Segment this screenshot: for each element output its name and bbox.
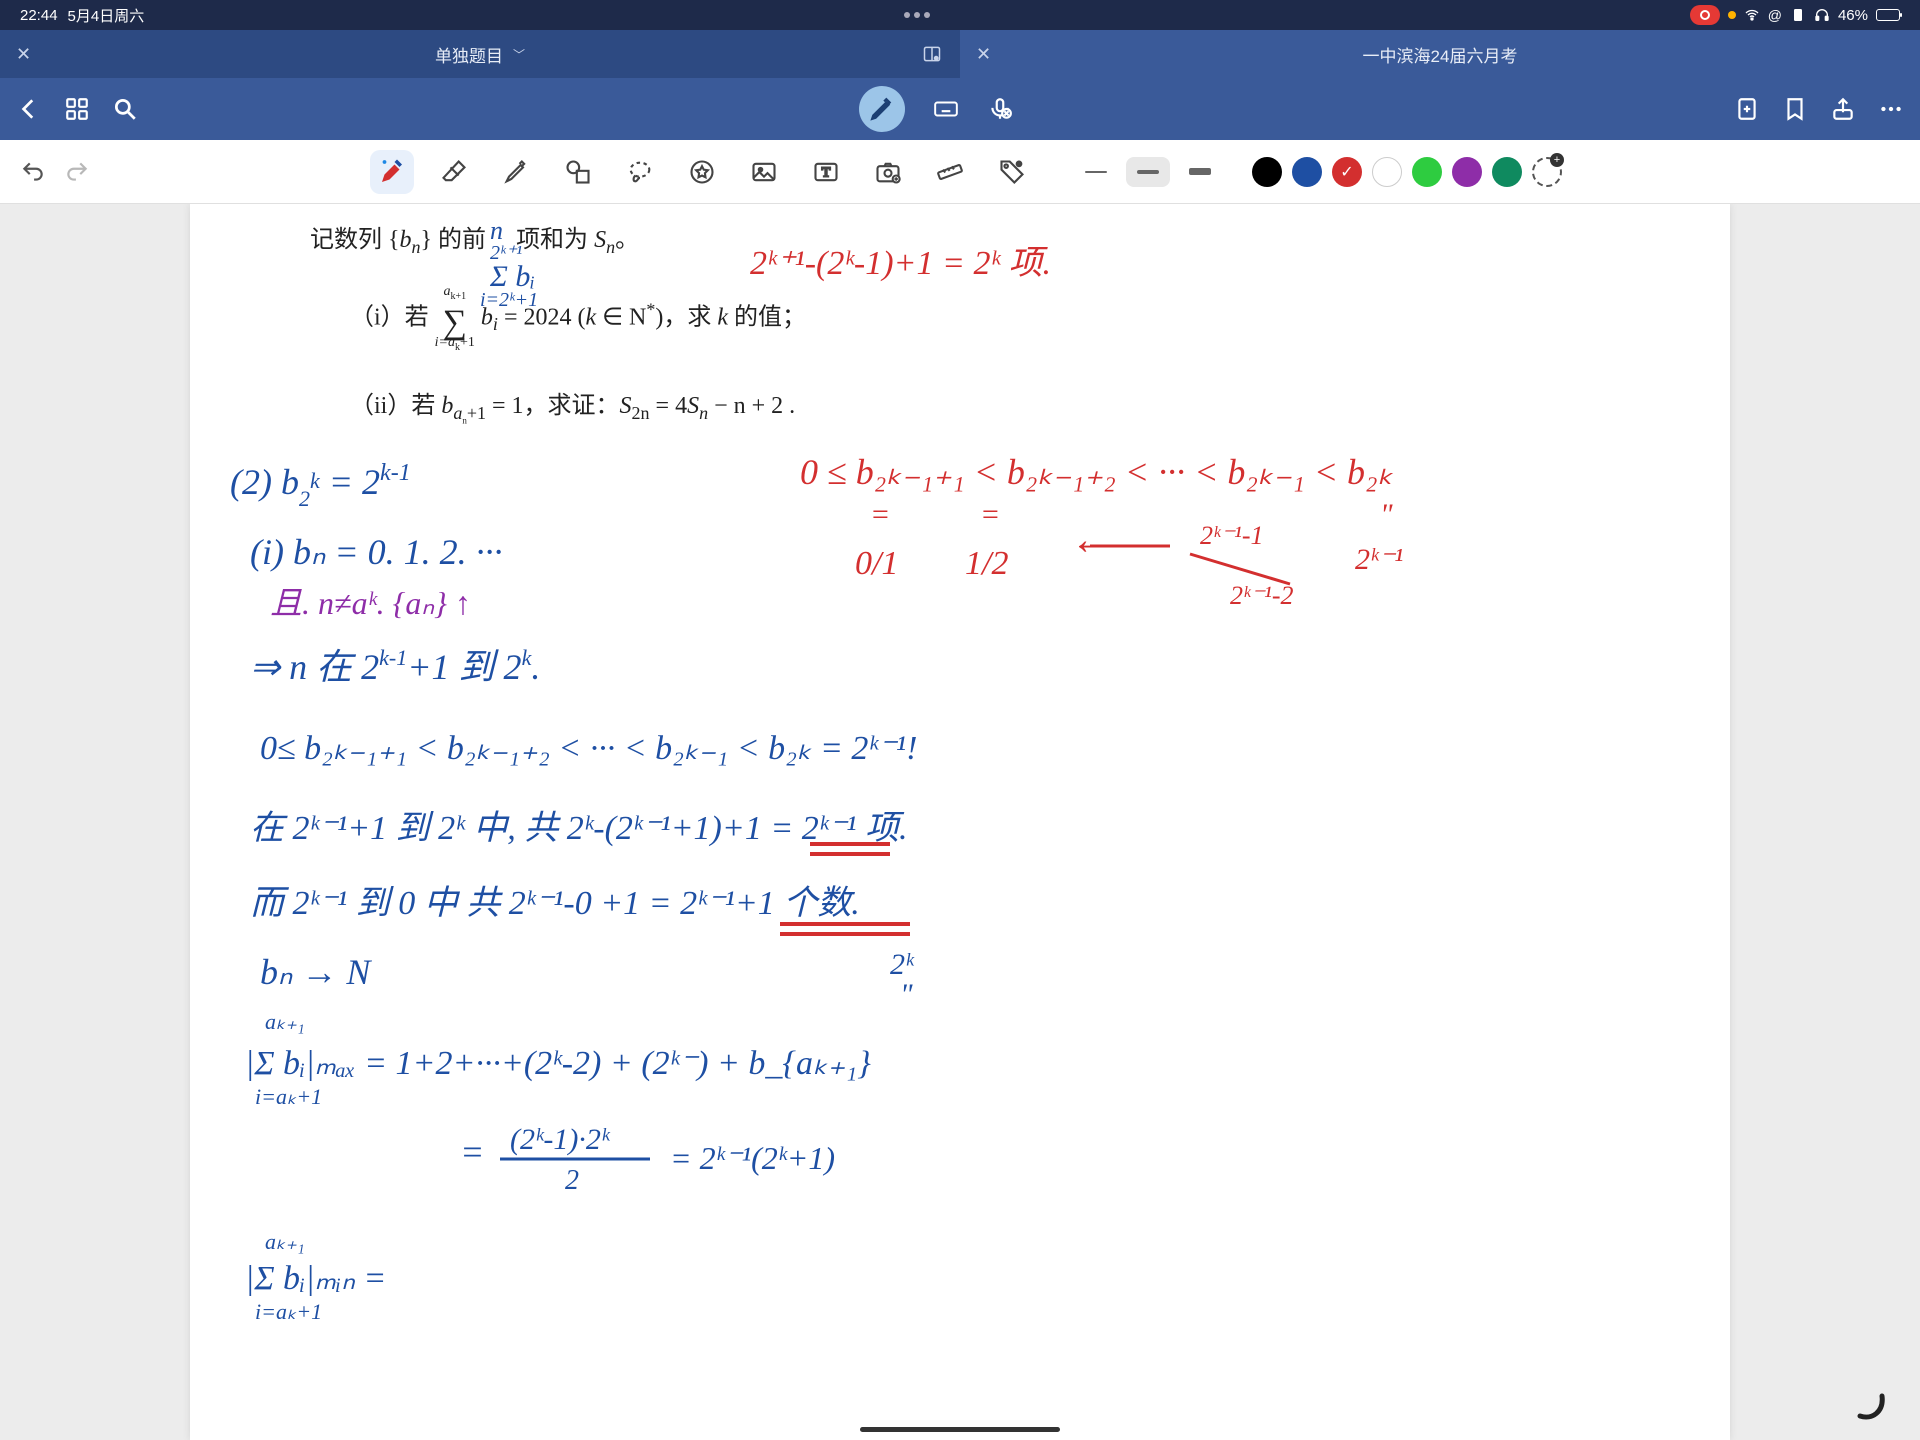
svg-text:且. n≠aᵏ. {aₙ} ↑: 且. n≠aᵏ. {aₙ} ↑ <box>270 585 471 621</box>
color-purple[interactable] <box>1452 157 1482 187</box>
svg-text:aₖ₊₁: aₖ₊₁ <box>265 1229 305 1254</box>
pen-icon <box>869 96 895 122</box>
svg-text:1/2: 1/2 <box>965 545 1008 582</box>
document-page[interactable]: 记数列 {bn} 的前 项和为 Sn。 （i）若 ak+1 ∑ i=ak+1 b… <box>190 204 1730 1440</box>
tag-tool[interactable]: ✦ <box>990 150 1034 194</box>
color-black[interactable] <box>1252 157 1282 187</box>
svg-text:|Σ bᵢ|ₘᵢₙ =: |Σ bᵢ|ₘᵢₙ = <box>245 1260 386 1297</box>
text-tool[interactable]: T <box>804 150 848 194</box>
stroke-thick[interactable] <box>1178 157 1222 187</box>
multitask-dots[interactable] <box>904 12 930 18</box>
orange-dot-icon <box>1728 11 1736 19</box>
tab-exam-doc[interactable]: ✕ 一中滨海24届六月考 <box>960 30 1920 78</box>
color-teal[interactable] <box>1492 157 1522 187</box>
svg-text:0/1: 0/1 <box>855 545 898 582</box>
battery-percent: 46% <box>1838 7 1868 24</box>
svg-text:←: ← <box>1070 515 1114 564</box>
svg-text:2ᵏ⁺¹-(2ᵏ-1)+1 = 2ᵏ 项.: 2ᵏ⁺¹-(2ᵏ-1)+1 = 2ᵏ 项. <box>750 245 1051 282</box>
status-date: 5月4日周六 <box>68 5 145 26</box>
screen-record-indicator[interactable] <box>1690 5 1720 25</box>
svg-text:2ᵏ⁻¹-1: 2ᵏ⁻¹-1 <box>1200 521 1264 550</box>
canvas-area[interactable]: 记数列 {bn} 的前 项和为 Sn。 （i）若 ak+1 ∑ i=ak+1 b… <box>0 204 1920 1440</box>
svg-text:i=aₖ+1: i=aₖ+1 <box>255 1084 322 1109</box>
ruler-tool[interactable] <box>928 150 972 194</box>
check-icon: ✓ <box>1340 162 1353 182</box>
svg-text:=: = <box>980 498 1000 531</box>
battery-icon <box>1876 9 1900 21</box>
stroke-thin[interactable] <box>1074 157 1118 187</box>
tab-title: 一中滨海24届六月考 <box>1363 42 1518 67</box>
shape-tool[interactable] <box>556 150 600 194</box>
pen-mode-button[interactable] <box>859 86 905 132</box>
search-icon[interactable] <box>112 96 138 122</box>
svg-text:2ᵏ: 2ᵏ <box>890 948 915 981</box>
svg-text:= 2ᵏ⁻¹(2ᵏ+1): = 2ᵏ⁻¹(2ᵏ+1) <box>670 1140 835 1176</box>
svg-text:而 2ᵏ⁻¹ 到 0 中 共 2ᵏ⁻¹-0 +1 = 2ᵏ⁻: 而 2ᵏ⁻¹ 到 0 中 共 2ᵏ⁻¹-0 +1 = 2ᵏ⁻¹+1 个数. <box>250 885 860 922</box>
color-green[interactable] <box>1412 157 1442 187</box>
camera-tool[interactable] <box>866 150 910 194</box>
keyboard-icon[interactable] <box>933 96 959 122</box>
color-white[interactable] <box>1372 157 1402 187</box>
note-icon <box>1790 7 1806 23</box>
svg-text:i=2ᵏ+1: i=2ᵏ+1 <box>480 289 538 311</box>
more-icon[interactable] <box>1878 96 1904 122</box>
color-blue[interactable] <box>1292 157 1322 187</box>
color-red[interactable]: ✓ <box>1332 157 1362 187</box>
add-page-icon[interactable] <box>1734 96 1760 122</box>
drawing-toolbar: T ✦ ✓ <box>0 140 1920 204</box>
svg-text:(i) bₙ = 0. 1. 2. ···: (i) bₙ = 0. 1. 2. ··· <box>250 532 503 572</box>
wifi-icon <box>1744 7 1760 23</box>
svg-text:2ᵏ⁻¹-2: 2ᵏ⁻¹-2 <box>1230 581 1294 610</box>
tab-single-problem[interactable]: ✕ 单独题目 ﹀ <box>0 30 960 78</box>
split-view-icon[interactable] <box>922 44 942 64</box>
main-toolbar <box>0 78 1920 140</box>
svg-text:0 ≤ b₂ₖ₋₁₊₁ < b₂ₖ₋₁₊₂ < ···: 0 ≤ b₂ₖ₋₁₊₁ < b₂ₖ₋₁₊₂ < ··· < b₂ₖ₋₁ < b₂… <box>800 452 1394 492</box>
back-icon[interactable] <box>16 96 42 122</box>
home-indicator[interactable] <box>860 1427 1060 1432</box>
share-icon[interactable] <box>1830 96 1856 122</box>
svg-text:✦: ✦ <box>1016 160 1022 168</box>
undo-icon[interactable] <box>20 159 46 185</box>
lasso-tool[interactable] <box>618 150 662 194</box>
svg-text:(2) b2k = 2k-1: (2) b2k = 2k-1 <box>230 460 411 511</box>
highlighter-tool[interactable] <box>494 150 538 194</box>
handwriting-layer: n 2ᵏ⁺¹ Σ bᵢ i=2ᵏ+1 2ᵏ⁺¹-(2ᵏ-1)+1 = 2ᵏ 项.… <box>190 204 1730 1440</box>
stroke-medium[interactable] <box>1126 157 1170 187</box>
ipad-status-bar: 22:44 5月4日周六 @ 46% <box>0 0 1920 30</box>
image-tool[interactable] <box>742 150 786 194</box>
svg-text:": " <box>1380 498 1393 531</box>
svg-text:T: T <box>822 165 831 180</box>
page-curl-icon[interactable] <box>1852 1384 1892 1424</box>
add-color-icon[interactable] <box>1532 157 1562 187</box>
bookmark-icon[interactable] <box>1782 96 1808 122</box>
at-icon: @ <box>1768 7 1782 23</box>
tab-title: 单独题目 <box>435 42 503 67</box>
svg-text:": " <box>900 978 913 1011</box>
status-time: 22:44 <box>20 7 58 24</box>
svg-text:|Σ bᵢ|ₘₐₓ = 1+2+···+(2ᵏ-2) + (: |Σ bᵢ|ₘₐₓ = 1+2+···+(2ᵏ-2) + (2ᵏ⁻) + b_{… <box>245 1045 871 1082</box>
redo-icon[interactable] <box>64 159 90 185</box>
close-icon[interactable]: ✕ <box>16 44 31 65</box>
fountain-pen-tool[interactable] <box>370 150 414 194</box>
svg-text:⇒ n 在 2k-1+1 到 2k.: ⇒ n 在 2k-1+1 到 2k. <box>250 645 540 687</box>
svg-text:0≤ b₂ₖ₋₁₊₁ < b₂ₖ₋₁₊₂ < ··· < b: 0≤ b₂ₖ₋₁₊₁ < b₂ₖ₋₁₊₂ < ··· < b₂ₖ₋₁ < b₂ₖ… <box>260 730 917 767</box>
svg-text:n: n <box>490 216 503 245</box>
svg-text:i=aₖ+1: i=aₖ+1 <box>255 1299 322 1324</box>
mic-icon[interactable] <box>987 96 1013 122</box>
svg-text:在 2ᵏ⁻¹+1 到 2ᵏ 中, 共 2ᵏ-(2ᵏ⁻¹+1): 在 2ᵏ⁻¹+1 到 2ᵏ 中, 共 2ᵏ-(2ᵏ⁻¹+1)+1 = 2ᵏ⁻¹ … <box>250 810 907 847</box>
close-icon[interactable]: ✕ <box>976 44 991 65</box>
svg-text:aₖ₊₁: aₖ₊₁ <box>265 1009 305 1034</box>
svg-text:bₙ → N: bₙ → N <box>260 952 372 992</box>
eraser-tool[interactable] <box>432 150 476 194</box>
svg-text:(2ᵏ-1)·2ᵏ: (2ᵏ-1)·2ᵏ <box>510 1123 611 1156</box>
document-tab-bar: ✕ 单独题目 ﹀ ✕ 一中滨海24届六月考 <box>0 30 1920 78</box>
svg-text:=: = <box>870 498 890 531</box>
chevron-down-icon[interactable]: ﹀ <box>513 46 525 63</box>
favorite-tool[interactable] <box>680 150 724 194</box>
svg-text:2: 2 <box>565 1165 579 1196</box>
svg-text:2ᵏ⁻¹: 2ᵏ⁻¹ <box>1355 543 1403 576</box>
svg-text:=: = <box>460 1132 484 1172</box>
grid-icon[interactable] <box>64 96 90 122</box>
headphones-icon <box>1814 7 1830 23</box>
